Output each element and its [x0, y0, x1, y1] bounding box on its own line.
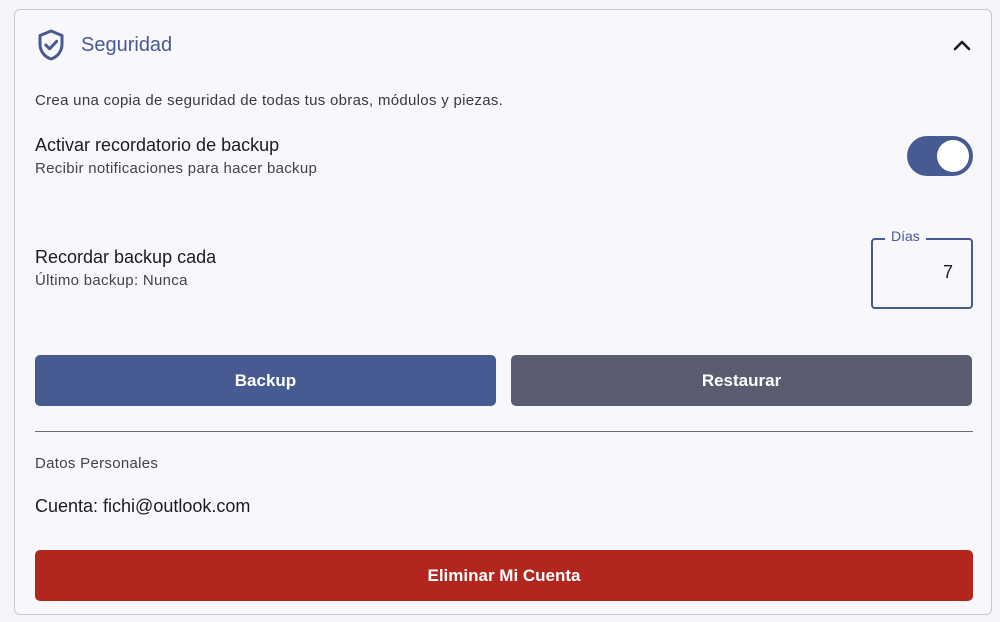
backup-reminder-toggle[interactable]: [907, 136, 973, 176]
section-description: Crea una copia de seguridad de todas tus…: [35, 92, 504, 109]
backup-reminder-row: Activar recordatorio de backup Recibir n…: [35, 135, 317, 177]
days-input-value: 7: [942, 262, 953, 282]
reminder-title: Activar recordatorio de backup: [35, 135, 280, 155]
security-card: Seguridad Crea una copia de seguridad de…: [14, 9, 992, 615]
account-email: Cuenta: fichi@outlook.com: [35, 496, 251, 516]
backup-frequency-row: Recordar backup cada Último backup: Nunc…: [35, 247, 216, 289]
backup-button[interactable]: Backup: [35, 355, 496, 406]
section-header[interactable]: Seguridad: [35, 28, 981, 62]
personal-data-label: Datos Personales: [35, 455, 159, 472]
reminder-subtitle: Recibir notificaciones para hacer backup: [35, 160, 318, 177]
last-backup-text: Último backup: Nunca: [35, 272, 188, 289]
chevron-up-icon[interactable]: [947, 30, 977, 60]
section-title: Seguridad: [81, 33, 173, 56]
shield-check-icon: [35, 28, 67, 62]
toggle-thumb: [937, 140, 969, 172]
days-input[interactable]: Días 7: [871, 228, 973, 309]
frequency-title: Recordar backup cada: [35, 247, 217, 267]
delete-account-button[interactable]: Eliminar Mi Cuenta: [35, 550, 973, 601]
divider: [35, 431, 973, 432]
days-input-label: Días: [885, 228, 926, 244]
restore-button[interactable]: Restaurar: [511, 355, 972, 406]
